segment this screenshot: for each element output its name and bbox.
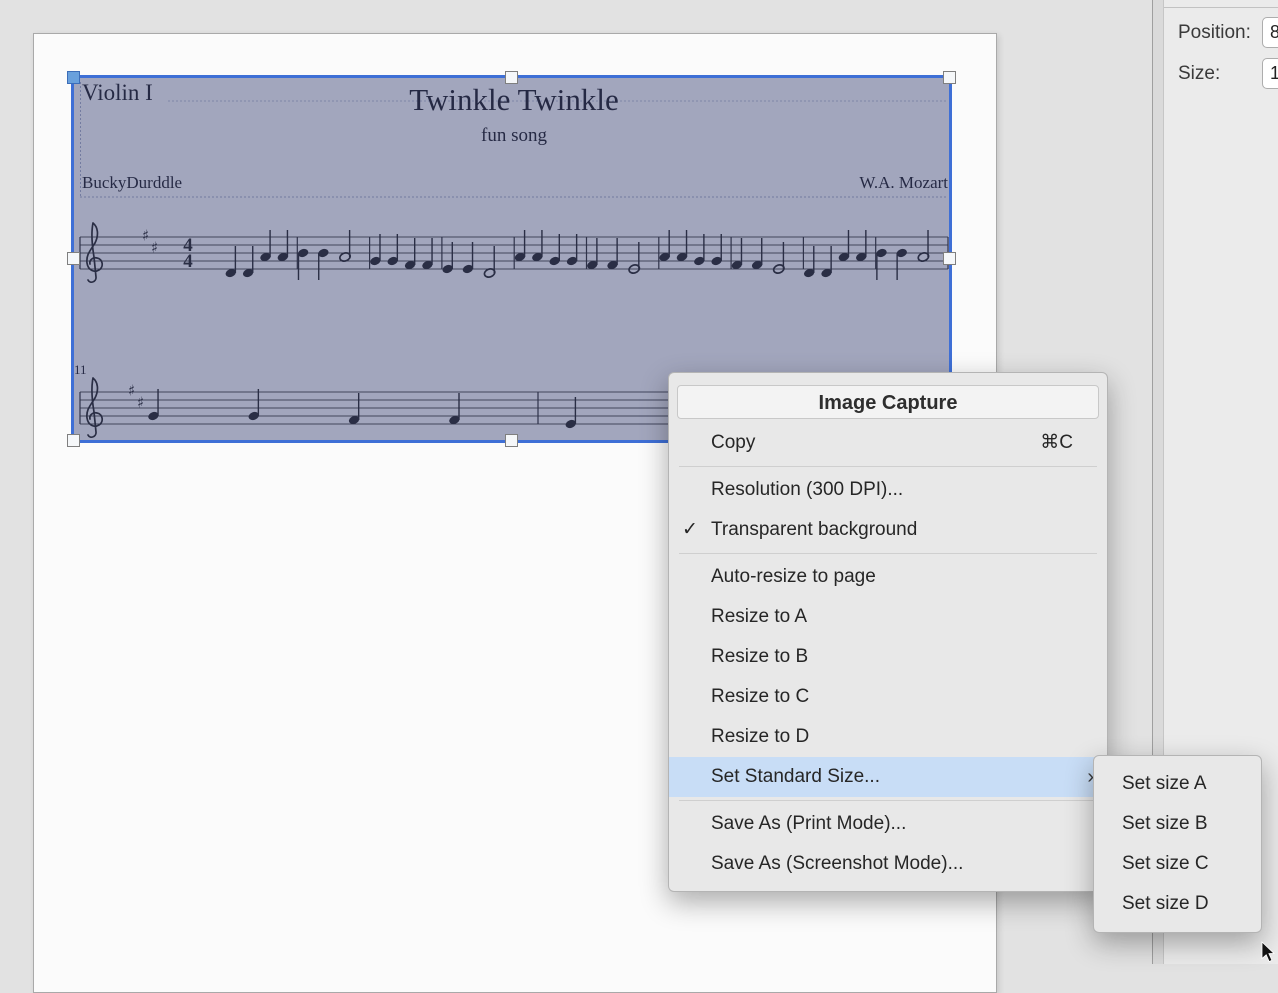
- menu-item-set-size-b[interactable]: Set size B: [1094, 804, 1261, 844]
- menu-item-label: Set Standard Size...: [711, 766, 880, 787]
- menu-item-auto-resize-to-page[interactable]: Auto-resize to page: [669, 557, 1107, 597]
- menu-item-label: Resize to B: [711, 646, 809, 667]
- menu-item-save-as-print-mode[interactable]: Save As (Print Mode)...: [669, 804, 1107, 844]
- menu-item-resolution-300-dpi[interactable]: Resolution (300 DPI)...: [669, 470, 1107, 510]
- image-capture-context-menu: Image Capture Copy ⌘C Resolution (300 DPI)…: [668, 372, 1108, 892]
- selection-handle-top-left[interactable]: [66, 70, 80, 84]
- panel-top-divider: [1164, 7, 1278, 8]
- size-label: Size:: [1178, 63, 1221, 84]
- shortcut-label: ⌘C: [1040, 432, 1073, 453]
- context-menu-title: Image Capture: [677, 385, 1099, 419]
- menu-item-save-as-screenshot-mode[interactable]: Save As (Screenshot Mode)...: [669, 844, 1107, 884]
- menu-item-label: Save As (Print Mode)...: [711, 813, 907, 834]
- menu-item-set-size-a[interactable]: Set size A: [1094, 764, 1261, 804]
- selection-handle-bottom-left[interactable]: [66, 433, 80, 447]
- menu-item-label: Resize to C: [711, 686, 810, 707]
- position-label: Position:: [1178, 22, 1251, 43]
- menu-item-label: Set size A: [1122, 773, 1207, 794]
- checkmark-icon: ✓: [682, 519, 698, 540]
- menu-item-label: Set size C: [1122, 853, 1209, 874]
- menu-item-resize-to-a[interactable]: Resize to A: [669, 597, 1107, 637]
- selection-handle-mid-right[interactable]: [942, 251, 956, 265]
- size-input[interactable]: [1262, 58, 1278, 89]
- menu-item-label: Auto-resize to page: [711, 566, 876, 587]
- menu-item-label: Set size B: [1122, 813, 1208, 834]
- selection-handle-top-center[interactable]: [504, 70, 518, 84]
- menu-item-copy[interactable]: Copy ⌘C: [669, 423, 1107, 463]
- menu-item-set-standard-size[interactable]: Set Standard Size... ›: [669, 757, 1107, 797]
- menu-separator: [679, 466, 1097, 467]
- menu-item-set-size-c[interactable]: Set size C: [1094, 844, 1261, 884]
- menu-item-label: Resize to A: [711, 606, 808, 627]
- selection-handle-top-right[interactable]: [942, 70, 956, 84]
- menu-item-transparent-background[interactable]: ✓ Transparent background: [669, 510, 1107, 550]
- menu-item-label: Copy: [711, 432, 756, 453]
- menu-separator: [679, 553, 1097, 554]
- menu-item-label: Resize to D: [711, 726, 810, 747]
- menu-item-label: Resolution (300 DPI)...: [711, 479, 904, 500]
- mouse-cursor: [1261, 941, 1275, 963]
- menu-separator: [679, 800, 1097, 801]
- selection-handle-bottom-center[interactable]: [504, 433, 518, 447]
- set-standard-size-submenu: Set size A Set size B Set size C Set size D: [1093, 755, 1262, 933]
- menu-item-set-size-d[interactable]: Set size D: [1094, 884, 1261, 924]
- menu-item-resize-to-d[interactable]: Resize to D: [669, 717, 1107, 757]
- menu-item-resize-to-b[interactable]: Resize to B: [669, 637, 1107, 677]
- menu-item-resize-to-c[interactable]: Resize to C: [669, 677, 1107, 717]
- menu-item-label: Save As (Screenshot Mode)...: [711, 853, 964, 874]
- menu-item-label: Set size D: [1122, 893, 1209, 914]
- position-input[interactable]: [1262, 17, 1278, 48]
- selection-handle-mid-left[interactable]: [66, 251, 80, 265]
- menu-item-label: Transparent background: [711, 519, 918, 540]
